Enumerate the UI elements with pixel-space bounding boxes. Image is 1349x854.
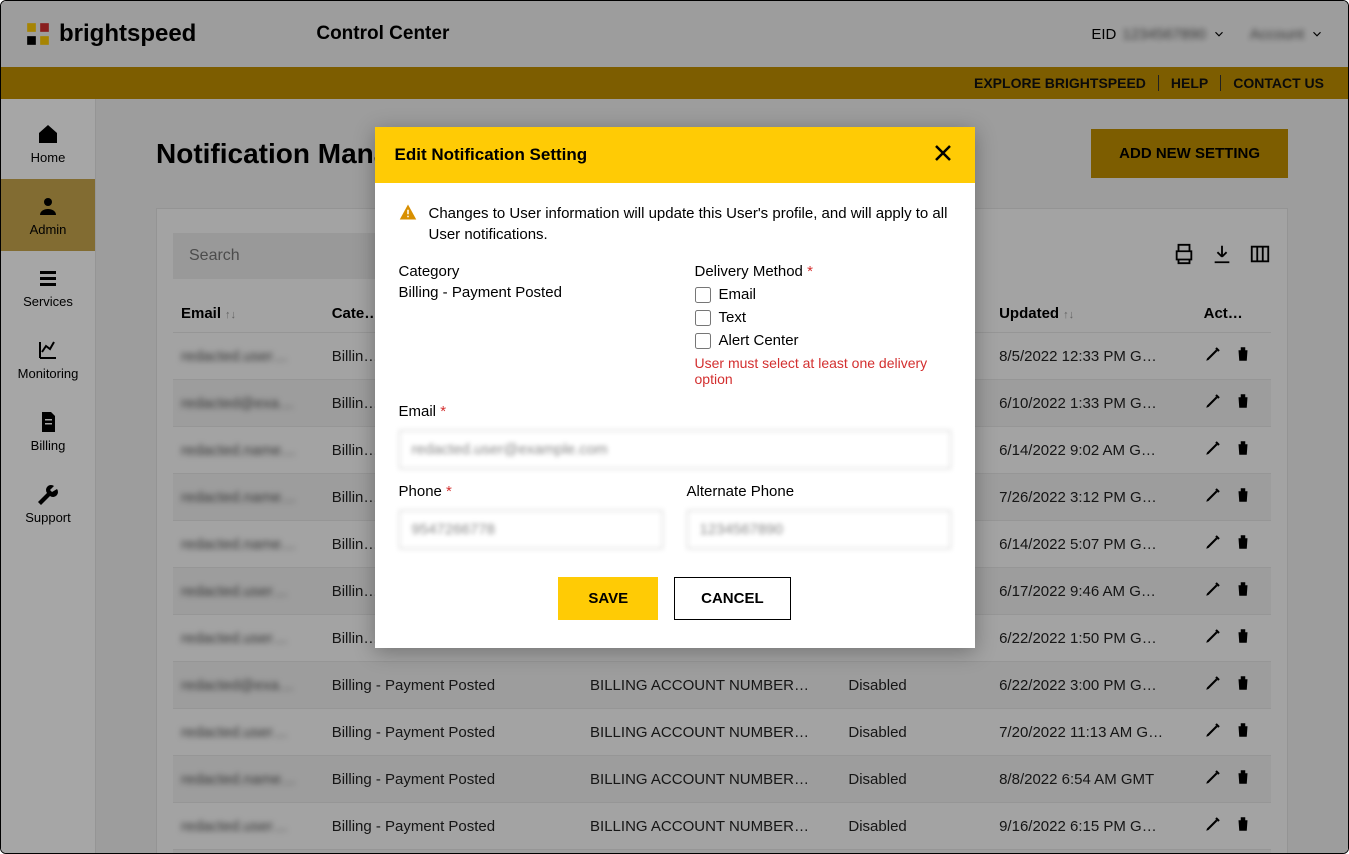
alt-phone-label: Alternate Phone xyxy=(687,483,951,500)
category-label: Category xyxy=(399,263,655,280)
email-input[interactable] xyxy=(399,430,951,469)
warning-icon xyxy=(399,203,417,245)
cancel-button[interactable]: CANCEL xyxy=(674,577,791,620)
alt-phone-input[interactable] xyxy=(687,510,951,549)
phone-input[interactable] xyxy=(399,510,663,549)
delivery-alert-checkbox[interactable]: Alert Center xyxy=(695,332,951,349)
delivery-text-checkbox[interactable]: Text xyxy=(695,309,951,326)
close-icon[interactable] xyxy=(931,141,955,170)
edit-notification-modal: Edit Notification Setting Changes to Use… xyxy=(375,127,975,648)
modal-overlay: Edit Notification Setting Changes to Use… xyxy=(1,1,1348,853)
email-label: Email * xyxy=(399,403,951,420)
category-value: Billing - Payment Posted xyxy=(399,284,562,301)
delivery-error-text: User must select at least one delivery o… xyxy=(695,355,951,387)
delivery-method-label: Delivery Method * xyxy=(695,263,951,280)
save-button[interactable]: SAVE xyxy=(558,577,658,620)
phone-label: Phone * xyxy=(399,483,663,500)
modal-title: Edit Notification Setting xyxy=(395,145,588,165)
delivery-email-checkbox[interactable]: Email xyxy=(695,286,951,303)
warning-text: Changes to User information will update … xyxy=(429,203,951,245)
